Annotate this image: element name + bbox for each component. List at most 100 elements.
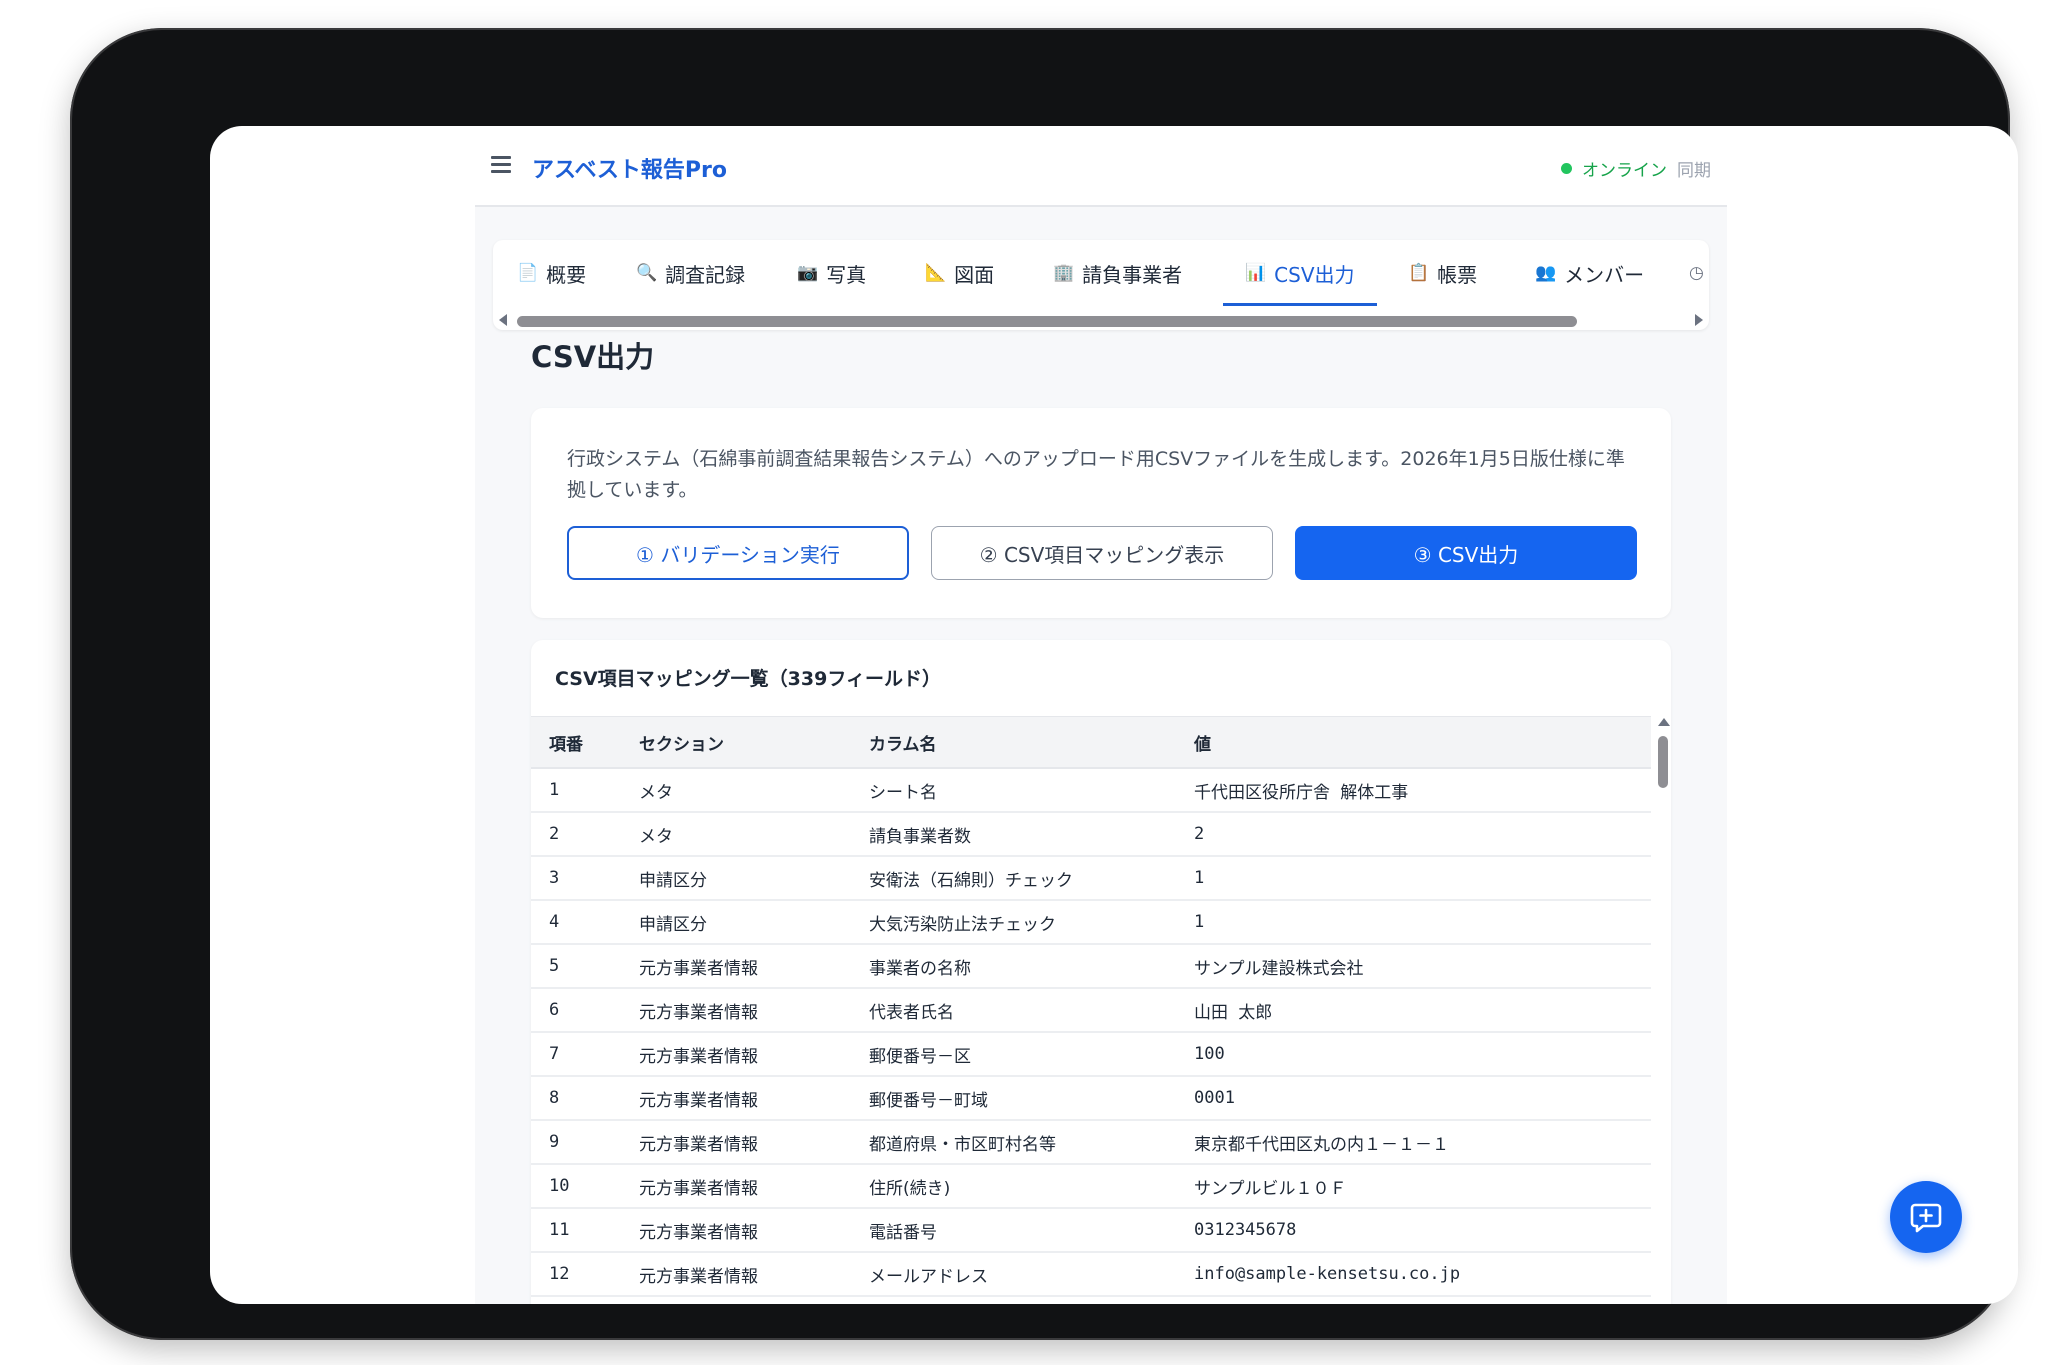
cell-section: 申請区分 [621, 900, 851, 945]
tab-photos[interactable]: 📷 写真 [797, 240, 866, 306]
clock-icon: ◷ [1689, 263, 1704, 283]
cell-column-name: 請負事業者数 [851, 812, 1176, 857]
cell-value: 0312345678 [1176, 1208, 1651, 1253]
csv-export-button[interactable]: ③ CSV出力 [1295, 526, 1637, 580]
column-header-section: セクション [621, 716, 851, 769]
tab-horizontal-scrollbar[interactable] [493, 310, 1709, 330]
cell-value: 0001 [1176, 1076, 1651, 1121]
scrollbar-thumb[interactable] [1658, 736, 1668, 788]
validate-button[interactable]: ① バリデーション実行 [567, 526, 909, 580]
hamburger-menu-icon[interactable] [491, 156, 511, 174]
tab-contractors[interactable]: 🏢 請負事業者 [1053, 240, 1182, 306]
cell-section: 元方事業者情報 [621, 1208, 851, 1253]
sync-button[interactable]: 同期 [1677, 156, 1711, 181]
tab-bar: 📄 概要 🔍 調査記録 📷 写真 📐 図面 🏢 請負事業者 📊 CSV出力 📋 … [493, 240, 1709, 330]
cell-number: 10 [531, 1164, 621, 1209]
scroll-up-arrow-icon[interactable] [1658, 718, 1670, 726]
tab-label: メンバー [1564, 262, 1645, 287]
table-row: 3 申請区分 安衛法（石綿則）チェック 1 [531, 856, 1651, 901]
cell-column-name: 住所(続き) [851, 1164, 1176, 1209]
column-header-value: 値 [1176, 716, 1651, 769]
table-row: 2 メタ 請負事業者数 2 [531, 812, 1651, 857]
cell-value: 山田 太郎 [1176, 988, 1651, 1033]
mapping-table-scroll[interactable]: 項番 セクション カラム名 値 1 メタ シート名 千代田区役所庁舎 解体工事 2 メタ請… [531, 716, 1651, 1297]
cell-column-name: 郵便番号－町域 [851, 1076, 1176, 1121]
column-header-column-name: カラム名 [851, 716, 1176, 769]
tablet-frame: アスベスト報告Pro オンライン 同期 📄 概要 🔍 調査記録 📷 写真 📐 図… [70, 28, 2018, 1340]
show-mapping-button[interactable]: ② CSV項目マッピング表示 [931, 526, 1273, 580]
cell-value: info@sample-kensetsu.co.jp [1176, 1252, 1651, 1297]
cell-section: 元方事業者情報 [621, 988, 851, 1033]
tab-label: 写真 [826, 262, 867, 287]
cell-number: 4 [531, 900, 621, 945]
tab-label: 調査記録 [665, 262, 746, 287]
cell-number: 9 [531, 1120, 621, 1165]
cell-column-name: 郵便番号－区 [851, 1032, 1176, 1077]
cell-value: 2 [1176, 812, 1651, 857]
cell-column-name: 安衛法（石綿則）チェック [851, 856, 1176, 901]
cell-column-name: メールアドレス [851, 1252, 1176, 1297]
table-row: 5 元方事業者情報 事業者の名称 サンプル建設株式会社 [531, 944, 1651, 989]
table-row: 8 元方事業者情報 郵便番号－町域 0001 [531, 1076, 1651, 1121]
tab-history[interactable]: ◷ [1689, 240, 1704, 306]
app-header: アスベスト報告Pro オンライン 同期 [475, 126, 1727, 207]
cell-number: 11 [531, 1208, 621, 1253]
cell-number: 1 [531, 768, 621, 813]
app-title[interactable]: アスベスト報告Pro [532, 152, 727, 184]
tab-drawings[interactable]: 📐 図面 [925, 240, 994, 306]
cell-value: サンプルビル１０Ｆ [1176, 1164, 1651, 1209]
cell-column-name: 代表者氏名 [851, 988, 1176, 1033]
table-row: 11 元方事業者情報 電話番号 0312345678 [531, 1208, 1651, 1253]
app-container: アスベスト報告Pro オンライン 同期 📄 概要 🔍 調査記録 📷 写真 📐 図… [475, 126, 1962, 1304]
cell-section: 元方事業者情報 [621, 1032, 851, 1077]
ruler-triangle-icon: 📐 [925, 263, 947, 283]
scroll-right-arrow-icon[interactable] [1695, 314, 1703, 326]
column-header-number: 項番 [531, 716, 621, 769]
mapping-table-title: CSV項目マッピング一覧（339フィールド） [555, 668, 941, 690]
cell-number: 5 [531, 944, 621, 989]
cell-value: サンプル建設株式会社 [1176, 944, 1651, 989]
page-title: CSV出力 [531, 340, 655, 374]
building-icon: 🏢 [1053, 263, 1075, 283]
cell-number: 3 [531, 856, 621, 901]
cell-column-name: 大気汚染防止法チェック [851, 900, 1176, 945]
feedback-fab-button[interactable] [1890, 1181, 1962, 1253]
magnifier-icon: 🔍 [636, 263, 658, 283]
people-icon: 👥 [1535, 263, 1557, 283]
scrollbar-thumb[interactable] [517, 316, 1577, 327]
cell-section: メタ [621, 812, 851, 857]
cell-section: 元方事業者情報 [621, 944, 851, 989]
tab-overview[interactable]: 📄 概要 [517, 240, 586, 306]
cell-column-name: 事業者の名称 [851, 944, 1176, 989]
tab-forms[interactable]: 📋 帳票 [1408, 240, 1477, 306]
cell-section: 元方事業者情報 [621, 1120, 851, 1165]
cell-number: 12 [531, 1252, 621, 1297]
online-label: オンライン [1582, 161, 1667, 181]
cell-number: 6 [531, 988, 621, 1033]
cell-section: 申請区分 [621, 856, 851, 901]
table-row: 1 メタ シート名 千代田区役所庁舎 解体工事 [531, 768, 1651, 813]
tab-label: 図面 [954, 262, 995, 287]
cell-value: 1 [1176, 856, 1651, 901]
tab-label: 帳票 [1437, 262, 1478, 287]
bar-chart-icon: 📊 [1245, 263, 1267, 283]
scroll-left-arrow-icon[interactable] [499, 314, 507, 326]
tab-survey-records[interactable]: 🔍 調査記録 [636, 240, 745, 306]
camera-icon: 📷 [797, 263, 819, 283]
tab-members[interactable]: 👥 メンバー [1535, 240, 1644, 306]
document-icon: 📄 [517, 263, 539, 283]
online-dot-icon [1561, 163, 1572, 174]
table-vertical-scrollbar[interactable] [1655, 716, 1671, 1304]
message-plus-icon [1910, 1203, 1942, 1233]
csv-description: 行政システム（石綿事前調査結果報告システム）へのアップロード用CSVファイルを生… [567, 448, 1625, 501]
table-row: 6 元方事業者情報 代表者氏名 山田 太郎 [531, 988, 1651, 1033]
table-row: 7 元方事業者情報 郵便番号－区 100 [531, 1032, 1651, 1077]
tab-csv-export[interactable]: 📊 CSV出力 [1223, 240, 1376, 306]
cell-column-name: シート名 [851, 768, 1176, 813]
cell-number: 8 [531, 1076, 621, 1121]
cell-section: メタ [621, 768, 851, 813]
connection-status: オンライン 同期 [1561, 156, 1711, 181]
cell-section: 元方事業者情報 [621, 1164, 851, 1209]
tab-label: 請負事業者 [1082, 262, 1183, 287]
table-row: 9 元方事業者情報 都道府県・市区町村名等 東京都千代田区丸の内１－１－１ [531, 1120, 1651, 1165]
